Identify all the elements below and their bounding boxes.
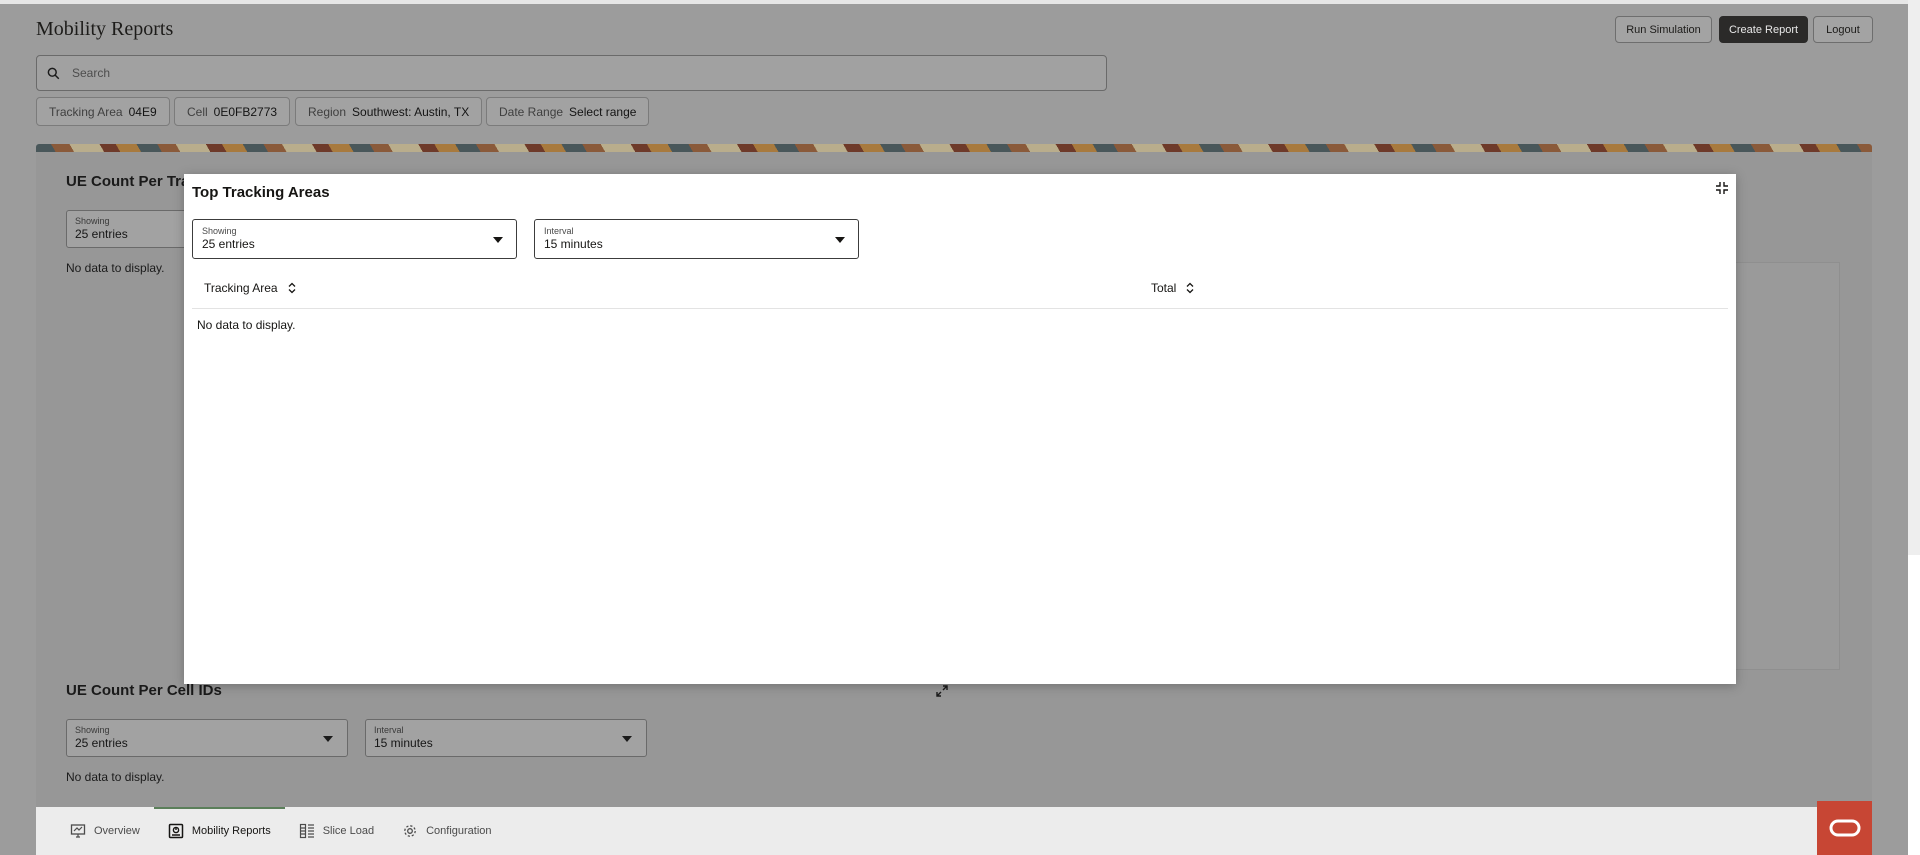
collapse-icon[interactable]: [1714, 180, 1730, 196]
select-value: 25 entries: [75, 227, 128, 241]
filter-value: 0E0FB2773: [213, 104, 278, 119]
no-data-message: No data to display.: [66, 261, 165, 275]
select-label: Showing: [75, 216, 110, 226]
ue-count-cell-title: UE Count Per Cell IDs: [66, 682, 222, 699]
select-value: 25 entries: [75, 736, 128, 750]
chevron-down-icon: [622, 736, 632, 742]
filter-label: Date Range: [499, 104, 564, 119]
bottom-navigation: Overview Mobility Reports Slice Load Con…: [36, 807, 1872, 855]
filter-chip-tracking-area[interactable]: Tracking Area 04E9: [36, 97, 170, 126]
page-scrollbar[interactable]: [1908, 0, 1920, 855]
nav-item-overview[interactable]: Overview: [56, 807, 154, 855]
interval-select[interactable]: Interval 15 minutes: [534, 219, 859, 259]
filter-label: Region: [308, 104, 347, 119]
select-value: 25 entries: [202, 237, 255, 251]
cell-showing-select[interactable]: Showing 25 entries: [66, 719, 348, 757]
ue-count-tracking-title: UE Count Per Tra: [66, 173, 190, 190]
search-icon: [47, 67, 60, 79]
chevron-down-icon: [323, 736, 333, 742]
cell-interval-select[interactable]: Interval 15 minutes: [365, 719, 647, 757]
select-value: 15 minutes: [374, 736, 433, 750]
expand-icon[interactable]: [935, 684, 949, 698]
grid-icon: [299, 823, 314, 839]
filter-chip-region[interactable]: Region Southwest: Austin, TX: [295, 97, 483, 126]
scrollbar-thumb[interactable]: [1908, 0, 1920, 555]
select-label: Interval: [374, 725, 404, 735]
select-value: 15 minutes: [544, 237, 603, 251]
select-label: Interval: [544, 226, 574, 236]
column-header-tracking-area[interactable]: Tracking Area: [204, 281, 297, 295]
nav-label: Configuration: [426, 825, 492, 837]
monitor-icon: [70, 824, 86, 838]
chevron-down-icon: [493, 237, 503, 243]
no-data-message: No data to display.: [66, 770, 165, 784]
nav-label: Overview: [94, 825, 140, 837]
gear-icon: [404, 825, 416, 837]
search-bar[interactable]: [36, 55, 1107, 91]
select-label: Showing: [75, 725, 110, 735]
run-simulation-button[interactable]: Run Simulation: [1615, 16, 1712, 43]
nav-item-configuration[interactable]: Configuration: [388, 807, 505, 855]
nav-item-slice-load[interactable]: Slice Load: [285, 807, 388, 855]
filter-chip-date-range[interactable]: Date Range Select range: [486, 97, 650, 126]
oracle-logo-icon: [1829, 819, 1860, 837]
nav-label: Mobility Reports: [191, 825, 271, 837]
search-input[interactable]: [72, 66, 972, 80]
column-label: Tracking Area: [204, 281, 278, 295]
background-chart-area: [1730, 262, 1840, 670]
tracking-showing-select[interactable]: Showing 25 entries: [66, 210, 196, 248]
logout-button[interactable]: Logout: [1813, 16, 1873, 43]
filter-chip-cell[interactable]: Cell 0E0FB2773: [174, 97, 291, 126]
column-label: Total: [1151, 281, 1177, 295]
no-data-message: No data to display.: [197, 318, 296, 332]
table-header-divider: [192, 308, 1728, 309]
filter-value: Southwest: Austin, TX: [352, 104, 470, 119]
create-report-button[interactable]: Create Report: [1719, 16, 1808, 43]
nav-label: Slice Load: [322, 825, 375, 837]
column-header-total[interactable]: Total: [1151, 281, 1195, 295]
top-tracking-areas-dialog: Top Tracking Areas Showing 25 entries In…: [184, 174, 1736, 684]
chevron-down-icon: [835, 237, 845, 243]
filter-value: Select range: [569, 104, 637, 119]
filter-label: Cell: [187, 104, 208, 119]
sort-icon: [1186, 282, 1194, 294]
filter-label: Tracking Area: [49, 104, 123, 119]
dialog-title: Top Tracking Areas: [192, 184, 330, 201]
report-icon: [168, 823, 184, 839]
filter-value: 04E9: [128, 104, 157, 119]
nav-item-mobility-reports[interactable]: Mobility Reports: [153, 807, 285, 855]
window-top-edge: [0, 0, 1908, 4]
showing-entries-select[interactable]: Showing 25 entries: [192, 219, 517, 259]
sort-icon: [288, 282, 296, 294]
select-label: Showing: [202, 226, 237, 236]
oracle-logo[interactable]: [1817, 801, 1872, 855]
page-title: Mobility Reports: [36, 18, 174, 40]
